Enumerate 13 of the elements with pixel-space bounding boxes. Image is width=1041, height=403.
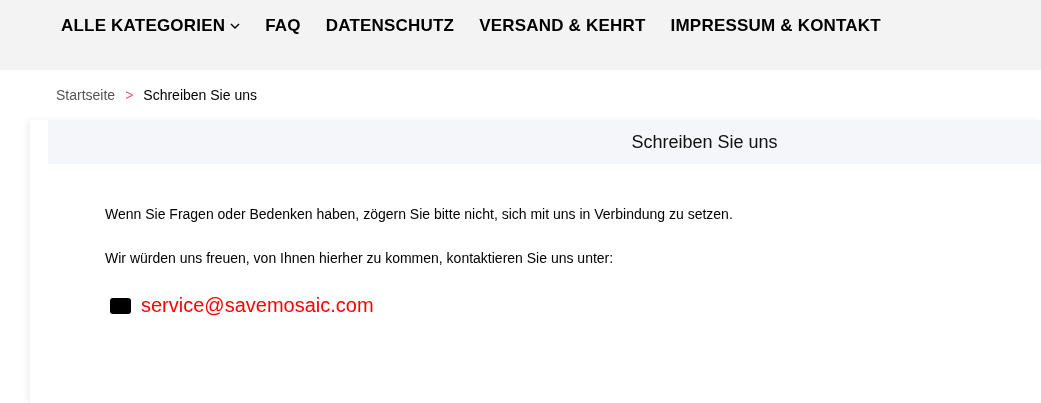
nav-link[interactable]: ALLE KATEGORIEN — [61, 16, 241, 36]
paragraph: Wir würden uns freuen, von Ihnen hierher zu kommen, kontaktieren Sie uns unter: — [105, 250, 615, 266]
breadcrumb-current: Schreiben Sie uns — [143, 87, 257, 103]
page-title: Schreiben Sie uns — [631, 131, 778, 153]
paragraph: Wenn Sie Fragen oder Bedenken haben, zögern Sie bitte nicht, sich mit uns in Verbindung zu setzen. — [105, 206, 734, 222]
email-link[interactable]: service@savemosaic.com — [141, 294, 374, 317]
breadcrumb-separator: > — [125, 87, 134, 103]
nav-link[interactable]: VERSAND & KEHRT — [479, 16, 646, 36]
mail-icon — [110, 297, 131, 314]
nav-link[interactable]: DATENSCHUTZ — [325, 16, 455, 36]
breadcrumb-link[interactable]: Startseite — [56, 87, 116, 103]
nav-link[interactable]: FAQ — [265, 16, 301, 36]
nav-link[interactable]: IMPRESSUM & KONTAKT — [670, 16, 881, 36]
